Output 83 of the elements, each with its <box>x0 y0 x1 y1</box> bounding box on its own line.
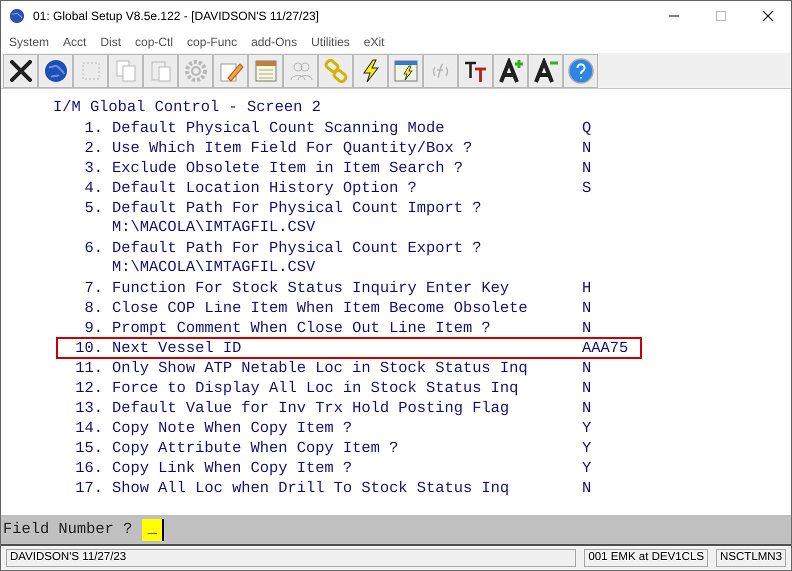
field-number: 10. <box>74 338 103 358</box>
window-title: 01: Global Setup V8.5e.122 - [DAVIDSON'S 11/27/23] <box>33 8 320 25</box>
field-value: N <box>582 478 592 498</box>
field-path: M:\MACOLA\IMTAGFIL.CSV <box>111 217 316 237</box>
close-icon[interactable] <box>762 10 774 22</box>
field-label: Show All Loc when Drill To Stock Status Inq <box>112 478 510 498</box>
screen-title: I/M Global Control - Screen 2 <box>52 97 322 117</box>
field-value: N <box>582 318 592 338</box>
field-number: 13. <box>74 398 103 418</box>
field-value: S <box>582 178 592 198</box>
gear-icon <box>182 58 208 84</box>
menu-item[interactable]: Acct <box>63 33 86 51</box>
field-label: Copy Link When Copy Item ? <box>112 458 354 478</box>
field-label: Only Show ATP Netable Loc in Stock Status Inq <box>112 358 529 378</box>
toolbar-button[interactable] <box>528 54 563 88</box>
font-decrease-icon <box>532 58 558 84</box>
field-number: 17. <box>74 478 103 498</box>
field-number: 2. <box>84 138 103 158</box>
field-number: 1. <box>84 118 103 138</box>
menu-item[interactable]: eXit <box>364 33 384 51</box>
toolbar-button[interactable] <box>353 54 388 88</box>
field-path: M:\MACOLA\IMTAGFIL.CSV <box>111 257 316 277</box>
field-label: Close COP Line Item When Item Become Obsolete <box>112 298 529 318</box>
field-number: 4. <box>84 178 103 198</box>
toolbar-button[interactable] <box>493 54 528 88</box>
field-label: Force to Display All Loc in Stock Status Inq <box>112 378 520 398</box>
field-value: H <box>582 278 592 298</box>
field-value: Y <box>582 418 592 438</box>
field-number: 5. <box>84 198 103 218</box>
field-label: Function For Stock Status Inquiry Enter Key <box>112 278 510 298</box>
window-lightning-icon <box>392 58 418 84</box>
field-number: 16. <box>74 458 103 478</box>
menu-item[interactable]: System <box>9 33 50 51</box>
field-number: 9. <box>84 318 103 338</box>
field-value: Q <box>582 118 592 138</box>
field-value: N <box>582 378 592 398</box>
field-value: N <box>582 138 592 158</box>
menu-item[interactable]: Utilities <box>311 33 350 51</box>
help-icon <box>568 58 594 84</box>
field-label: Prompt Comment When Close Out Line Item ? <box>112 318 492 338</box>
menu-item[interactable]: cop-Ctl <box>135 33 174 51</box>
field-value: N <box>582 158 592 178</box>
input-field[interactable]: _ <box>142 518 164 540</box>
field-number: 8. <box>84 298 103 318</box>
field-value: N <box>582 298 592 318</box>
field-label: Exclude Obsolete Item in Item Search ? <box>112 158 464 178</box>
field-number: 11. <box>74 358 103 378</box>
toolbar-button[interactable] <box>458 54 493 88</box>
field-value: N <box>582 358 592 378</box>
field-label: Default Path For Physical Count Export ? <box>112 238 482 258</box>
field-number: 15. <box>74 438 103 458</box>
field-value: Y <box>582 438 592 458</box>
field-label: Default Value for Inv Trx Hold Posting Flag <box>112 398 510 418</box>
field-number: 3. <box>84 158 103 178</box>
prompt-label: Field Number ? <box>3 518 132 540</box>
menu-item[interactable]: cop-Func <box>187 33 238 51</box>
field-label: Default Path For Physical Count Import ? <box>112 198 482 218</box>
status-panel: 001 EMK at DEV1CLS <box>584 549 708 567</box>
toolbar-button[interactable] <box>3 54 38 88</box>
menu-item[interactable]: add-Ons <box>251 33 298 51</box>
field-label: Default Location History Option ? <box>112 178 418 198</box>
close-icon <box>8 58 34 84</box>
field-value: N <box>582 398 592 418</box>
field-number: 12. <box>74 378 103 398</box>
field-number: 7. <box>84 278 103 298</box>
field-label: Use Which Item Field For Quantity/Box ? <box>112 138 474 158</box>
field-value: Y <box>582 458 592 478</box>
toolbar-button[interactable] <box>38 54 73 88</box>
status-panel: DAVIDSON'S 11/27/23 <box>6 549 576 567</box>
app-globe-icon <box>9 8 25 24</box>
field-label: Next Vessel ID <box>112 338 242 358</box>
menu-item[interactable]: Dist <box>100 33 122 51</box>
field-label: Default Physical Count Scanning Mode <box>112 118 446 138</box>
field-label: Copy Attribute When Copy Item ? <box>112 438 400 458</box>
font-increase-icon <box>498 58 524 84</box>
list-window-icon <box>252 58 278 84</box>
field-number: 14. <box>74 418 103 438</box>
field-value: AAA75 <box>582 338 628 358</box>
chain-link-icon <box>322 58 348 84</box>
status-panel: NSCTLMN3 <box>716 549 786 567</box>
globe-icon <box>42 58 68 84</box>
field-label: Copy Note When Copy Item ? <box>112 418 354 438</box>
field-number: 6. <box>84 238 103 258</box>
